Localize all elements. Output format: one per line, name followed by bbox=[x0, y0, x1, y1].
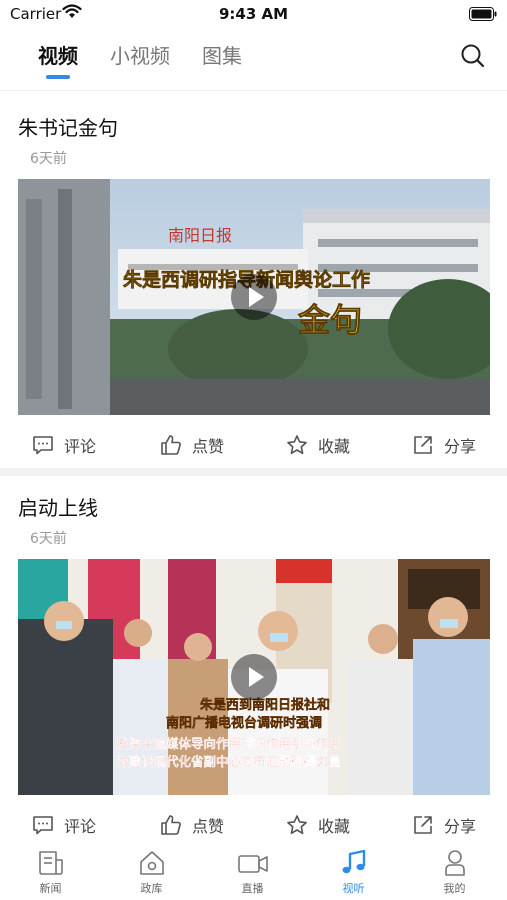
person-icon bbox=[444, 850, 465, 876]
favorite-label: 收藏 bbox=[318, 817, 351, 836]
favorite-button[interactable]: 收藏 bbox=[286, 802, 350, 848]
video-time: 6天前 bbox=[30, 531, 67, 547]
share-button[interactable]: 分享 bbox=[412, 422, 476, 468]
video-title[interactable]: 朱书记金句 bbox=[18, 112, 118, 141]
tab-gallery[interactable]: 图集 bbox=[202, 40, 242, 69]
like-label: 点赞 bbox=[192, 437, 225, 456]
share-button[interactable]: 分享 bbox=[412, 802, 476, 848]
clock: 9:43 AM bbox=[218, 5, 289, 23]
tab-video[interactable]: 视频 bbox=[38, 40, 78, 69]
news-icon bbox=[38, 851, 63, 875]
svg-text:南阳日报: 南阳日报 bbox=[168, 226, 232, 245]
video-time: 6天前 bbox=[30, 151, 67, 167]
star-icon bbox=[287, 435, 307, 455]
nav-profile[interactable]: 我的 bbox=[404, 844, 505, 900]
comment-icon bbox=[33, 816, 53, 835]
share-icon bbox=[414, 816, 432, 834]
play-icon[interactable] bbox=[231, 654, 277, 700]
comment-icon bbox=[33, 436, 53, 455]
video-thumbnail[interactable]: 南阳日报 朱是西调研指导新闻舆论工作 金句 bbox=[18, 179, 490, 415]
comment-label: 评论 bbox=[64, 817, 97, 836]
like-button[interactable]: 点赞 bbox=[160, 802, 224, 848]
music-note-icon bbox=[342, 849, 365, 874]
share-label: 分享 bbox=[444, 817, 477, 836]
play-icon[interactable] bbox=[231, 274, 277, 320]
top-tab-bar: 视频 小视频 图集 bbox=[0, 28, 507, 90]
thumbs-up-icon bbox=[161, 435, 181, 455]
battery-icon bbox=[469, 6, 497, 25]
video-overlay-caption: 金句 bbox=[297, 301, 362, 339]
action-bar: 评论 点赞 收藏 分享 bbox=[0, 802, 507, 848]
thumbs-up-icon bbox=[161, 815, 181, 835]
nav-live[interactable]: 直播 bbox=[202, 844, 303, 900]
nav-policy-library[interactable]: 政库 bbox=[101, 844, 202, 900]
nav-policy-label: 政库 bbox=[140, 882, 163, 895]
nav-news[interactable]: 新闻 bbox=[0, 844, 101, 900]
status-bar: Carrier 9:43 AM bbox=[0, 0, 507, 28]
star-icon bbox=[287, 815, 307, 835]
comment-button[interactable]: 评论 bbox=[32, 422, 96, 468]
video-overlay-caption: 发挥主流媒体导向作用旗帜作用引领作用 bbox=[115, 736, 341, 751]
nav-live-label: 直播 bbox=[241, 882, 264, 895]
comment-label: 评论 bbox=[64, 437, 97, 456]
nav-profile-label: 我的 bbox=[443, 882, 466, 895]
active-tab-indicator bbox=[46, 75, 70, 79]
nav-news-label: 新闻 bbox=[39, 882, 62, 895]
share-icon bbox=[414, 436, 432, 454]
favorite-label: 收藏 bbox=[318, 437, 351, 456]
header-divider bbox=[0, 90, 507, 91]
search-icon[interactable] bbox=[459, 42, 487, 70]
home-icon bbox=[139, 851, 164, 875]
action-bar: 评论 点赞 收藏 分享 bbox=[0, 422, 507, 468]
favorite-button[interactable]: 收藏 bbox=[286, 422, 350, 468]
tab-short-video[interactable]: 小视频 bbox=[110, 40, 170, 69]
like-label: 点赞 bbox=[192, 817, 225, 836]
like-button[interactable]: 点赞 bbox=[160, 422, 224, 468]
video-overlay-caption: 南阳广播电视台调研时强调 bbox=[166, 715, 322, 731]
nav-audio-visual[interactable]: 视听 bbox=[303, 844, 404, 900]
card-separator bbox=[0, 468, 507, 476]
comment-button[interactable]: 评论 bbox=[32, 802, 96, 848]
video-thumbnail[interactable]: 朱是西到南阳日报社和 南阳广播电视台调研时强调 发挥主流媒体导向作用旗帜作用引领… bbox=[18, 559, 490, 795]
share-label: 分享 bbox=[444, 437, 477, 456]
bottom-tab-bar: 新闻 政库 直播 视听 我的 bbox=[0, 844, 507, 900]
video-title[interactable]: 启动上线 bbox=[18, 492, 98, 521]
video-overlay-caption: 为建设现代化省副中心城市汇聚磅礴力量 bbox=[116, 754, 342, 769]
nav-audio-visual-label: 视听 bbox=[342, 882, 365, 895]
camera-icon bbox=[237, 855, 268, 873]
